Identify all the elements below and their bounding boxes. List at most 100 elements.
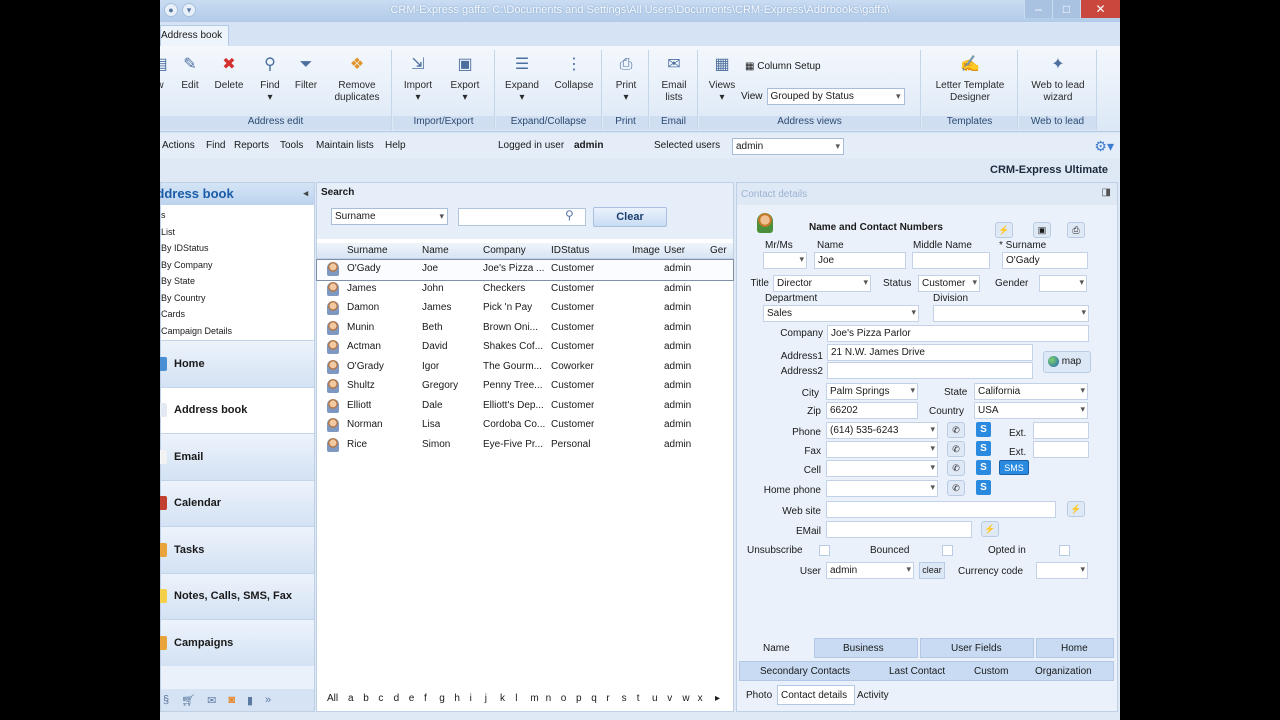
table-row[interactable]: Norman Lisa Cordoba Co... Customer admin xyxy=(317,416,733,436)
col-ger[interactable]: Ger xyxy=(710,245,727,256)
alphabet-letter[interactable]: c xyxy=(378,693,383,704)
delete-button[interactable]: ✖ Delete xyxy=(207,54,251,92)
table-row[interactable]: James John Checkers Customer admin xyxy=(317,280,733,300)
alphabet-letter[interactable]: All xyxy=(327,693,338,704)
table-row[interactable]: Elliott Dale Elliott's Dep... Customer admin xyxy=(317,397,733,417)
middle-name-field[interactable] xyxy=(912,252,990,269)
nav-email[interactable]: Email xyxy=(160,433,314,480)
alphabet-scroll-icon[interactable]: ▸ xyxy=(715,693,720,704)
clear-user-button[interactable]: clear xyxy=(919,562,945,579)
notify-icon[interactable]: ⚡ xyxy=(995,222,1013,238)
collapse-button[interactable]: ⋮ Collapse xyxy=(550,54,598,92)
tree-item[interactable]: By IDStatus xyxy=(161,240,314,257)
tab-business[interactable]: Business xyxy=(843,643,884,654)
menu-reports[interactable]: Reports xyxy=(234,140,269,151)
collapse-icon[interactable]: ◂ xyxy=(303,188,308,199)
filter-button[interactable]: ⏷ Filter xyxy=(284,54,328,92)
overflow-icon[interactable]: » xyxy=(265,694,271,706)
menu-help[interactable]: Help xyxy=(385,140,406,151)
website-field[interactable] xyxy=(826,501,1056,518)
table-row[interactable]: Rice Simon Eye-Five Pr... Personal admin xyxy=(317,436,733,456)
status-select[interactable]: Customer xyxy=(918,275,980,292)
print-icon[interactable]: ⎙ xyxy=(1067,222,1085,238)
alphabet-letter[interactable]: b xyxy=(363,693,369,704)
alphabet-letter[interactable]: s xyxy=(622,693,627,704)
col-name[interactable]: Name xyxy=(422,245,449,256)
skype-phone-icon[interactable]: S xyxy=(976,422,991,437)
skype-fax-icon[interactable]: S xyxy=(976,441,991,456)
close-icon[interactable]: ✕ xyxy=(1080,0,1120,18)
alphabet-letter[interactable]: v xyxy=(667,693,672,704)
alphabet-letter[interactable]: f xyxy=(424,693,427,704)
nav-calendar[interactable]: Calendar xyxy=(160,479,314,526)
nav-campaigns[interactable]: Campaigns xyxy=(160,619,314,666)
sms-button[interactable]: SMS xyxy=(999,460,1029,475)
alphabet-letter[interactable]: h xyxy=(454,693,460,704)
alphabet-letter[interactable]: e xyxy=(409,693,415,704)
col-company[interactable]: Company xyxy=(483,245,526,256)
tab-organization[interactable]: Organization xyxy=(1035,666,1092,677)
title-select[interactable]: Director xyxy=(773,275,871,292)
edit-button[interactable]: ✎ Edit xyxy=(168,54,212,92)
alphabet-letter[interactable]: d xyxy=(394,693,400,704)
table-row[interactable]: Munin Beth Brown Oni... Customer admin xyxy=(317,319,733,339)
web-to-lead-button[interactable]: ✦ Web to lead wizard xyxy=(1023,54,1093,104)
mail-icon[interactable]: ✉ xyxy=(207,694,216,707)
zip-field[interactable]: 66202 xyxy=(826,402,918,419)
views-button[interactable]: ▦ Views ▾ xyxy=(700,54,744,104)
nav-tasks[interactable]: Tasks xyxy=(160,526,314,573)
email-lists-button[interactable]: ✉ Email lists xyxy=(652,54,696,104)
alphabet-letter[interactable]: m xyxy=(530,693,538,704)
currency-select[interactable] xyxy=(1036,562,1088,579)
skype-cell-icon[interactable]: S xyxy=(976,460,991,475)
column-setup-button[interactable]: ▦ Column Setup xyxy=(745,61,821,72)
alphabet-letter[interactable]: r xyxy=(606,693,609,704)
skype-home-icon[interactable]: S xyxy=(976,480,991,495)
table-row[interactable]: Actman David Shakes Cof... Customer admin xyxy=(317,338,733,358)
country-select[interactable]: USA xyxy=(974,402,1088,419)
nav-notes[interactable]: Notes, Calls, SMS, Fax xyxy=(160,572,314,619)
alphabet-letter[interactable]: u xyxy=(652,693,658,704)
tab-address-book[interactable]: Address book xyxy=(160,25,230,46)
alphabet-letter[interactable]: t xyxy=(637,693,640,704)
home-phone-field[interactable] xyxy=(826,480,938,497)
company-field[interactable]: Joe's Pizza Parlor xyxy=(827,325,1089,342)
tree-item[interactable]: s xyxy=(161,207,314,224)
send-email-icon[interactable]: ⚡ xyxy=(981,521,999,537)
tab-photo[interactable]: Photo xyxy=(746,690,772,701)
col-image[interactable]: Image xyxy=(632,245,660,256)
tab-last-contact[interactable]: Last Contact xyxy=(889,666,945,677)
nav-home[interactable]: Home xyxy=(160,340,314,387)
alphabet-letter[interactable]: x xyxy=(698,693,703,704)
import-button[interactable]: ⇲ Import ▾ xyxy=(396,54,440,104)
map-button[interactable]: map xyxy=(1043,351,1091,373)
letter-template-button[interactable]: ✍ Letter Template Designer xyxy=(930,54,1010,104)
alphabet-letter[interactable]: j xyxy=(485,693,487,704)
tab-contact-details[interactable]: Contact details xyxy=(781,690,847,701)
alphabet-letter[interactable]: n xyxy=(546,693,552,704)
search-icon[interactable]: ⚲ xyxy=(565,208,574,222)
selected-users-select[interactable]: admin xyxy=(732,138,844,155)
mrms-select[interactable] xyxy=(763,252,807,269)
search-field-select[interactable]: Surname xyxy=(331,208,448,225)
division-select[interactable] xyxy=(933,305,1089,322)
tree-item[interactable]: Cards xyxy=(161,306,314,323)
name-field[interactable]: Joe xyxy=(814,252,906,269)
address1-field[interactable]: 21 N.W. James Drive xyxy=(827,344,1033,361)
dial-fax-icon[interactable]: ✆ xyxy=(947,441,965,457)
sms-icon[interactable]: § xyxy=(163,694,169,706)
dial-phone-icon[interactable]: ✆ xyxy=(947,422,965,438)
tab-name[interactable]: Name xyxy=(763,643,790,654)
tab-user-fields[interactable]: User Fields xyxy=(951,643,1002,654)
cart-icon[interactable]: 🛒︎ xyxy=(181,694,195,707)
opted-in-checkbox[interactable] xyxy=(1059,545,1070,556)
rss-icon[interactable]: ◙ xyxy=(228,694,235,706)
menu-tools[interactable]: Tools xyxy=(280,140,303,151)
table-row[interactable]: Damon James Pick 'n Pay Customer admin xyxy=(317,299,733,319)
ext-fax-field[interactable] xyxy=(1033,441,1089,458)
alphabet-letter[interactable]: i xyxy=(470,693,472,704)
alphabet-letter[interactable]: p xyxy=(576,693,582,704)
menu-actions[interactable]: Actions xyxy=(162,140,195,151)
alphabet-letter[interactable]: a xyxy=(348,693,354,704)
table-row[interactable]: O'Grady Igor The Gourm... Coworker admin xyxy=(317,358,733,378)
